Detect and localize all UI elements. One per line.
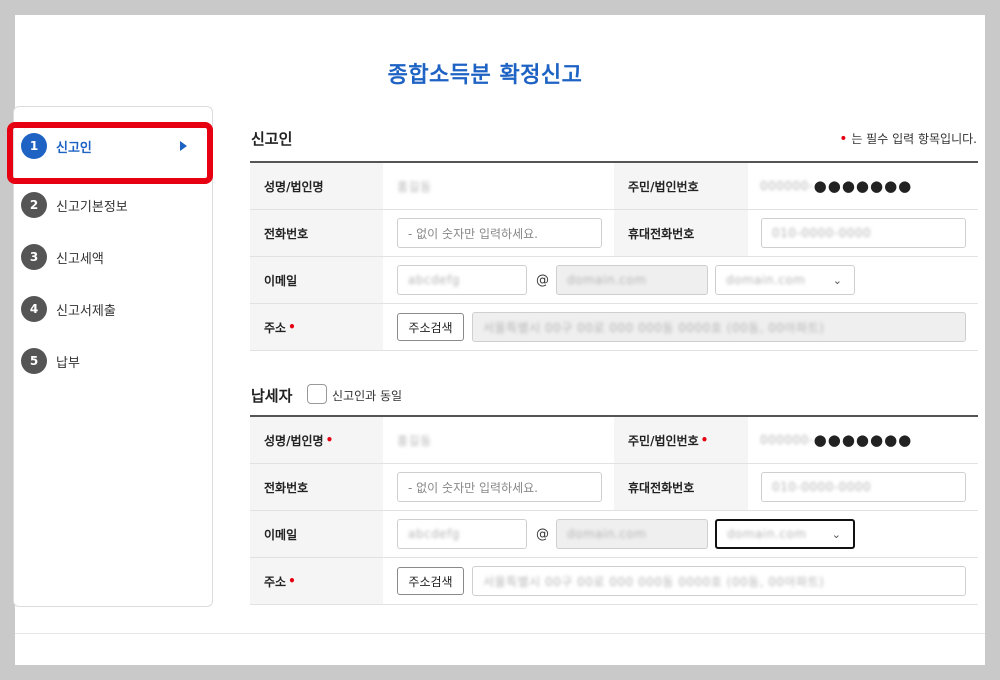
name-value: 홍길동 (397, 179, 432, 194)
chevron-down-icon: ⌄ (832, 273, 842, 287)
email-domain-input[interactable]: domain.com (556, 265, 708, 295)
required-note: • 는 필수 입력 항목입니다. (839, 130, 977, 147)
taxpayer-row-address: 주소 • 주소검색 서울특별시 00구 00로 000 000동 0000호 (0… (250, 558, 978, 605)
address-search-button[interactable]: 주소검색 (397, 313, 464, 341)
step-label: 납부 (56, 355, 80, 371)
same-as-reporter-label: 신고인과 동일 (332, 389, 403, 403)
page-title: 종합소득분 확정신고 (387, 63, 583, 88)
address-input[interactable]: 서울특별시 00구 00로 000 000동 0000호 (00동, 00아파트… (472, 312, 966, 342)
reporter-row-address: 주소 • 주소검색 서울특별시 00구 00로 000 000동 0000호 (0… (250, 304, 978, 351)
taxpayer-row-email: 이메일 abcdefg @ domain.com domain.com ⌄ (250, 511, 978, 558)
id-value: 000000- ●●●●●●● (760, 177, 913, 195)
address-label: 주소 • (250, 558, 383, 604)
at-sign: @ (536, 526, 549, 542)
phone-input[interactable]: - 없이 숫자만 입력하세요. (397, 218, 602, 248)
taxpayer-row-phone: 전화번호 - 없이 숫자만 입력하세요. 휴대전화번호 010-0000-000… (250, 464, 978, 511)
at-sign: @ (536, 272, 549, 288)
email-id-input[interactable]: abcdefg (397, 265, 527, 295)
reporter-row-name: 성명/법인명 홍길동 주민/법인번호 000000- ●●●●●●● (250, 163, 978, 210)
page-divider (15, 633, 985, 634)
name-value: 홍길동 (397, 433, 432, 448)
email-id-input[interactable]: abcdefg (397, 519, 527, 549)
step-label: 신고서제출 (56, 303, 116, 319)
step-payment[interactable]: 5 납부 (14, 346, 212, 376)
email-domain-select[interactable]: domain.com ⌄ (715, 265, 855, 295)
reporter-row-phone: 전화번호 - 없이 숫자만 입력하세요. 휴대전화번호 010-0000-000… (250, 210, 978, 257)
chevron-down-icon: ⌄ (831, 527, 841, 541)
step-label: 신고세액 (56, 251, 104, 267)
step-basic-info[interactable]: 2 신고기본정보 (14, 190, 212, 220)
same-as-reporter-checkbox[interactable] (307, 384, 327, 404)
reporter-section-title: 신고인 (251, 130, 293, 148)
step-number: 2 (21, 192, 47, 218)
id-label: 주민/법인번호 • (614, 417, 748, 463)
highlight-box (7, 122, 213, 184)
step-submit[interactable]: 4 신고서제출 (14, 294, 212, 324)
email-domain-select[interactable]: domain.com ⌄ (715, 519, 855, 549)
id-value: 000000- ●●●●●●● (760, 431, 913, 449)
required-mark: • (839, 131, 848, 147)
mobile-label: 휴대전화번호 (614, 464, 748, 510)
taxpayer-section-title: 납세자 (251, 387, 293, 405)
step-label: 신고기본정보 (56, 199, 128, 215)
address-input[interactable]: 서울특별시 00구 00로 000 000동 0000호 (00동, 00아파트… (472, 566, 966, 596)
address-search-button[interactable]: 주소검색 (397, 567, 464, 595)
phone-label: 전화번호 (250, 464, 383, 510)
email-label: 이메일 (250, 257, 383, 303)
page-container: 종합소득분 확정신고 1 신고인 2 신고기본정보 3 신고세액 4 신고서제출… (7, 15, 985, 665)
phone-label: 전화번호 (250, 210, 383, 256)
step-number: 3 (21, 244, 47, 270)
name-label: 성명/법인명 • (250, 417, 383, 463)
reporter-form: 성명/법인명 홍길동 주민/법인번호 000000- ●●●●●●● 전화번호 -… (250, 161, 978, 351)
email-domain-input[interactable]: domain.com (556, 519, 708, 549)
mobile-label: 휴대전화번호 (614, 210, 748, 256)
step-tax-amount[interactable]: 3 신고세액 (14, 242, 212, 272)
step-number: 4 (21, 296, 47, 322)
phone-input[interactable]: - 없이 숫자만 입력하세요. (397, 472, 602, 502)
taxpayer-row-name: 성명/법인명 • 홍길동 주민/법인번호 • 000000- ●●●●●●● (250, 417, 978, 464)
email-label: 이메일 (250, 511, 383, 557)
reporter-row-email: 이메일 abcdefg @ domain.com domain.com ⌄ (250, 257, 978, 304)
taxpayer-form: 성명/법인명 • 홍길동 주민/법인번호 • 000000- ●●●●●●● 전화번호… (250, 415, 978, 605)
mobile-input[interactable]: 010-0000-0000 (761, 218, 966, 248)
mobile-input[interactable]: 010-0000-0000 (761, 472, 966, 502)
required-note-text: 는 필수 입력 항목입니다. (851, 132, 977, 146)
step-number: 5 (21, 348, 47, 374)
name-label: 성명/법인명 (250, 163, 383, 209)
address-label: 주소 • (250, 304, 383, 350)
id-label: 주민/법인번호 (614, 163, 748, 209)
